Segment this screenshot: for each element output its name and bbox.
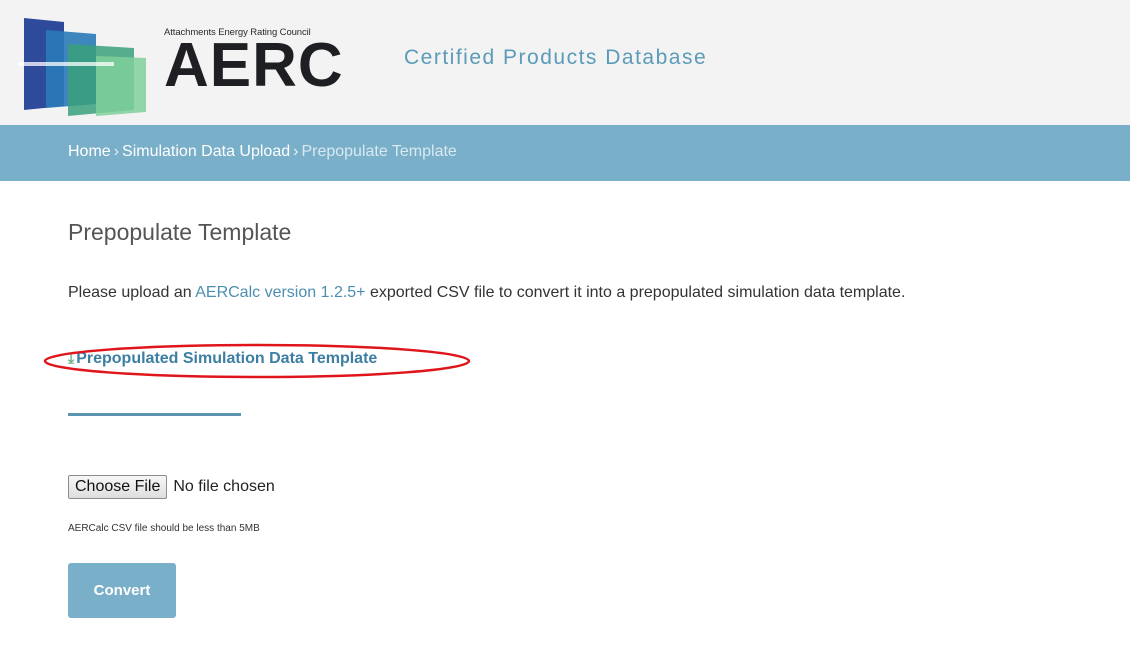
site-title: Certified Products Database (404, 46, 708, 69)
logo-wordmark: AERC (164, 31, 344, 100)
convert-button[interactable]: Convert (68, 563, 176, 618)
breadcrumb-separator: › (293, 143, 299, 160)
page-title: Prepopulate Template (68, 219, 292, 245)
breadcrumb: Home › Simulation Data Upload › Prepopulate … (68, 143, 457, 161)
intro-text-before: Please upload an (68, 284, 196, 301)
site-header: Attachments Energy Rating Council AERC C… (0, 0, 1130, 125)
file-upload-field: Choose File No file chosen (68, 475, 275, 499)
choose-file-button[interactable]: Choose File (68, 475, 168, 499)
breadcrumb-bar: Home › Simulation Data Upload › Prepopulate … (0, 125, 1130, 181)
intro-text-after: exported CSV file to convert it into a p… (365, 284, 906, 301)
file-status: No file chosen (173, 478, 275, 495)
logo-mark-icon (18, 18, 146, 116)
breadcrumb-home-link[interactable]: Home (68, 143, 111, 160)
download-template-label: Prepopulated Simulation Data Template (76, 350, 378, 367)
aercalc-version-link[interactable]: AERCalc version 1.2.5+ (195, 284, 365, 301)
download-template-link[interactable]: ⤓ Prepopulated Simulation Data Template (68, 350, 377, 368)
intro-text: Please upload an AERCalc version 1.2.5+ … (68, 284, 905, 302)
download-icon: ⤓ (68, 350, 75, 366)
breadcrumb-simulation-upload-link[interactable]: Simulation Data Upload (122, 143, 290, 160)
section-divider (68, 413, 241, 416)
breadcrumb-current: Prepopulate Template (301, 143, 457, 160)
breadcrumb-separator: › (113, 143, 120, 160)
aerc-logo[interactable]: Attachments Energy Rating Council AERC (16, 8, 356, 120)
file-size-hint: AERCalc CSV file should be less than 5MB (68, 523, 260, 534)
